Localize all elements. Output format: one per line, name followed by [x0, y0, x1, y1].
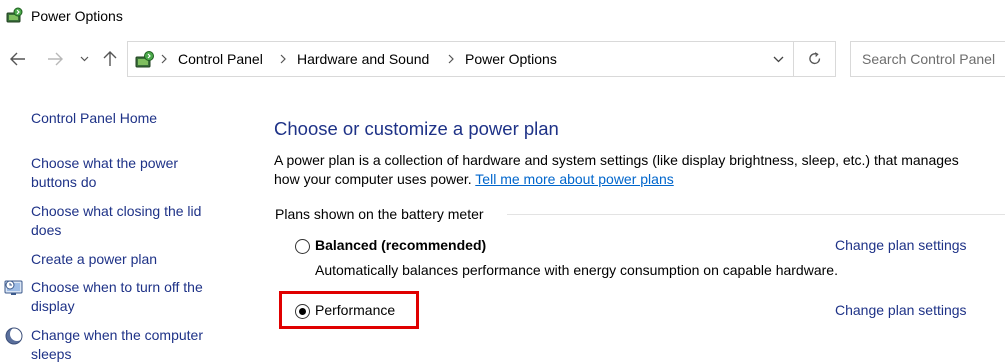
plans-group-label: Plans shown on the battery meter: [275, 206, 484, 222]
breadcrumb-control-panel[interactable]: Control Panel: [178, 51, 263, 67]
breadcrumb-separator-icon: [161, 54, 167, 64]
back-button[interactable]: [7, 48, 29, 70]
sidebar-item-power-buttons[interactable]: Choose what the power buttons do: [31, 154, 178, 192]
up-button[interactable]: [99, 48, 121, 70]
up-arrow-icon: [103, 51, 117, 66]
sidebar-item-label: does: [31, 222, 62, 238]
forward-arrow-icon: [48, 52, 63, 66]
sidebar-item-label: display: [31, 298, 75, 314]
sidebar-item-closing-lid[interactable]: Choose what closing the lid does: [31, 202, 201, 240]
back-arrow-icon: [10, 52, 25, 66]
breadcrumb-separator-icon: [448, 54, 454, 64]
performance-change-settings-link[interactable]: Change plan settings: [835, 302, 967, 318]
power-options-icon: [6, 7, 23, 23]
breadcrumb-hardware-and-sound[interactable]: Hardware and Sound: [297, 51, 429, 67]
sidebar-item-label: Choose what the power: [31, 155, 179, 171]
address-bar[interactable]: Control Panel Hardware and Sound Power O…: [127, 41, 794, 77]
balanced-plan-radio[interactable]: [295, 239, 310, 254]
sidebar-item-label: Change when the computer: [31, 327, 203, 343]
breadcrumb-separator-icon: [280, 54, 286, 64]
search-placeholder: Search Control Panel: [862, 51, 996, 67]
control-panel-icon: [135, 51, 154, 68]
balanced-plan-name[interactable]: Balanced (recommended): [315, 237, 486, 253]
sidebar-item-computer-sleeps[interactable]: Change when the computer sleeps: [31, 326, 203, 364]
title-bar: Power Options: [0, 0, 1005, 32]
breadcrumb-power-options[interactable]: Power Options: [465, 51, 557, 67]
page-title: Choose or customize a power plan: [274, 118, 559, 139]
description-line: A power plan is a collection of hardware…: [274, 152, 959, 168]
balanced-change-settings-link[interactable]: Change plan settings: [835, 237, 967, 253]
sidebar-item-turn-off-display[interactable]: Choose when to turn off the display: [31, 278, 203, 316]
sidebar-item-create-plan[interactable]: Create a power plan: [31, 250, 157, 269]
group-divider: [507, 214, 1005, 215]
address-dropdown-button[interactable]: [762, 41, 794, 77]
moon-icon: [5, 327, 24, 345]
refresh-icon: [808, 52, 820, 65]
chevron-down-icon: [80, 56, 88, 62]
recent-locations-button[interactable]: [76, 48, 92, 70]
sidebar-item-label: sleeps: [31, 346, 72, 362]
search-input[interactable]: Search Control Panel: [850, 41, 1005, 77]
sidebar-item-label: buttons do: [31, 174, 97, 190]
forward-button[interactable]: [44, 48, 66, 70]
description-line-2: how your computer uses power. Tell me mo…: [274, 170, 1005, 189]
page-description: A power plan is a collection of hardware…: [274, 151, 1005, 189]
highlight-annotation-box: [279, 291, 419, 329]
refresh-button[interactable]: [794, 41, 836, 77]
description-text: how your computer uses power.: [274, 171, 472, 187]
sidebar-item-control-panel-home[interactable]: Control Panel Home: [31, 109, 157, 128]
balanced-plan-description: Automatically balances performance with …: [315, 262, 838, 278]
tell-me-more-link[interactable]: Tell me more about power plans: [475, 171, 673, 187]
chevron-down-icon: [773, 56, 783, 62]
sidebar-item-label: Choose when to turn off the: [31, 279, 203, 295]
display-clock-icon: [4, 280, 23, 295]
window-title: Power Options: [31, 8, 123, 24]
sidebar-item-label: Choose what closing the lid: [31, 203, 202, 219]
